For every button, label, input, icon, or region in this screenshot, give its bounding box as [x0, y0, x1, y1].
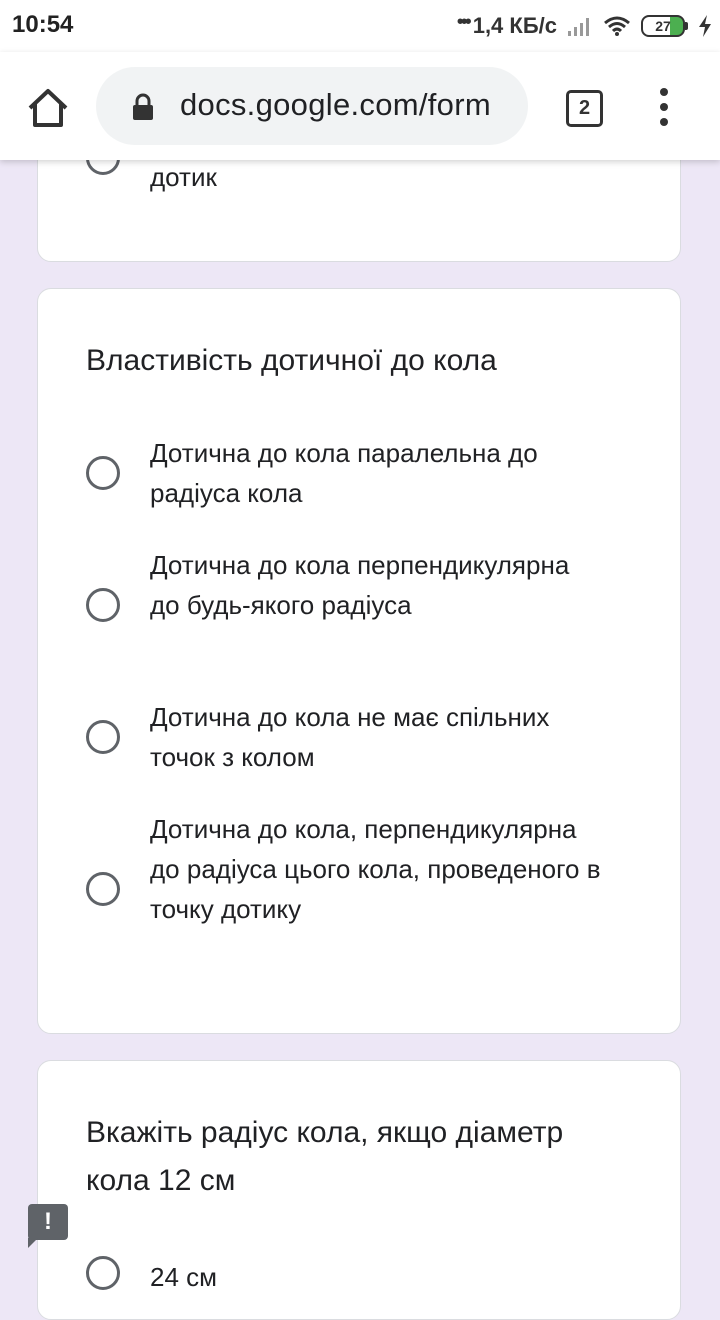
option-item[interactable]: Дотична до кола, перпендикулярна до раді… — [86, 809, 646, 969]
question-card: Властивість дотичної до кола Дотична до … — [37, 288, 681, 1034]
tabs-icon[interactable]: 2 — [566, 90, 603, 127]
status-indicators: ••• 1,4 КБ/с 27 — [456, 10, 712, 40]
option-label: Дотична до кола, перпендикулярна до раді… — [150, 814, 601, 924]
battery-cap — [685, 22, 688, 30]
option-label: Дотична до кола перпендикулярна до будь-… — [150, 550, 570, 620]
option-item[interactable]: Дотична до кола паралельна до радіуса ко… — [86, 433, 646, 513]
battery-icon: 27 — [641, 15, 688, 37]
lock-icon — [133, 93, 153, 120]
option-label: Дотична до кола паралельна до радіуса ко… — [150, 438, 538, 508]
radio-button[interactable] — [86, 1256, 120, 1290]
signal-icon — [568, 18, 589, 36]
question-title: Властивість дотичної до кола — [86, 344, 497, 377]
address-bar[interactable]: docs.google.com/form — [96, 67, 528, 145]
wifi-icon — [604, 16, 630, 36]
option-item[interactable]: Дотична до кола не має спільних точок з … — [86, 697, 646, 777]
radio-button[interactable] — [86, 588, 120, 622]
notification-dots-icon: ••• — [456, 10, 472, 33]
browser-toolbar: docs.google.com/form 2 — [0, 52, 720, 160]
network-speed: 1,4 КБ/с — [472, 13, 557, 38]
question-title: Вкажіть радіус кола, якщо діаметр кола 1… — [86, 1116, 564, 1197]
battery-level: 27 — [641, 15, 685, 37]
home-icon[interactable] — [26, 86, 70, 130]
radio-button[interactable] — [86, 872, 120, 906]
option-label: дотик — [150, 162, 217, 192]
radio-button[interactable] — [86, 720, 120, 754]
option-label: Дотична до кола не має спільних точок з … — [150, 702, 550, 772]
url-text: docs.google.com/form — [180, 87, 491, 122]
question-card: Вкажіть радіус кола, якщо діаметр кола 1… — [37, 1060, 681, 1320]
charging-icon — [699, 15, 711, 37]
more-vert-icon[interactable] — [654, 88, 674, 128]
status-time: 10:54 — [12, 11, 74, 38]
option-label: 24 см — [150, 1262, 218, 1292]
radio-button[interactable] — [86, 456, 120, 490]
option-item[interactable]: 24 см — [86, 1253, 646, 1293]
option-item[interactable]: Дотична до кола перпендикулярна до будь-… — [86, 545, 646, 665]
status-bar: 10:54 ••• 1,4 КБ/с 27 — [0, 0, 720, 52]
report-issue-icon[interactable]: ! — [28, 1204, 68, 1248]
